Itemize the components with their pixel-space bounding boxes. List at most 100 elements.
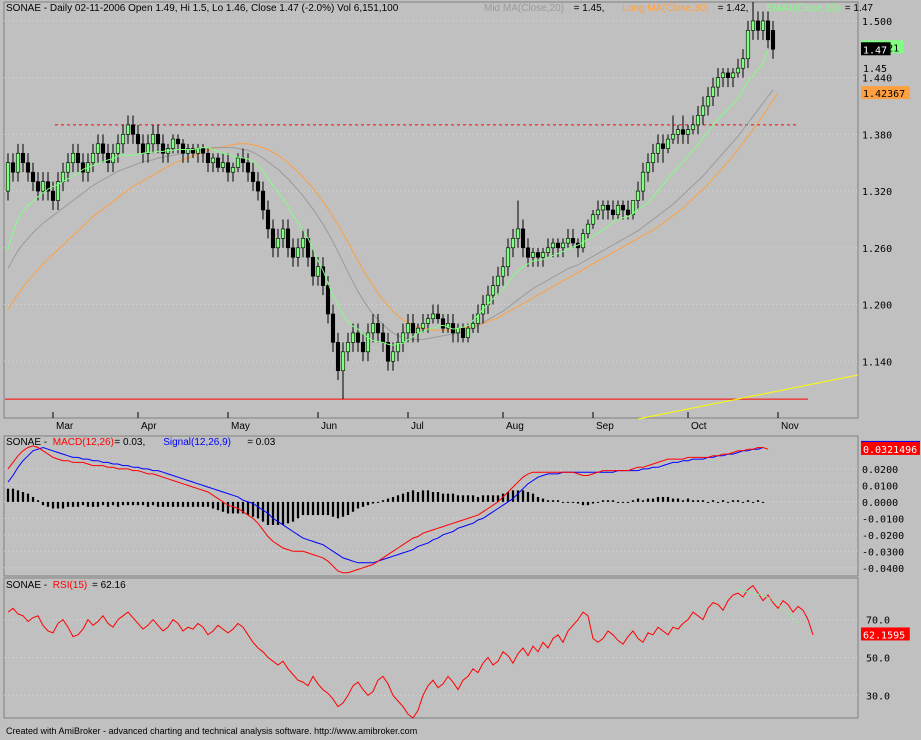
- macd-histogram-bar: [346, 501, 350, 516]
- macd-histogram-bar: [696, 500, 700, 502]
- candle-body: [580, 233, 586, 249]
- candle-body: [115, 143, 121, 154]
- macd-histogram-bar: [186, 501, 190, 507]
- candle-body: [720, 72, 726, 78]
- macd-histogram-bar: [756, 500, 760, 502]
- macd-histogram-bar: [321, 501, 325, 516]
- y-tick-label: 1.500: [862, 17, 892, 28]
- macd-histogram-bar: [256, 501, 260, 519]
- y-tick-label: 1.440: [862, 74, 892, 85]
- candle-body: [625, 209, 631, 216]
- candle-body: [425, 318, 431, 324]
- x-tick-label: Jun: [321, 421, 337, 432]
- candle-body: [770, 30, 776, 50]
- footer-credit: Created with AmiBroker - advanced charti…: [6, 726, 417, 736]
- candle-body: [435, 313, 441, 320]
- candle-body: [560, 242, 566, 249]
- macd-histogram-bar: [146, 501, 150, 507]
- legend-series-name: EMA1(Close,10): [766, 3, 839, 14]
- candle-body: [230, 167, 236, 173]
- candle-body: [295, 247, 301, 258]
- x-tick-label: Sep: [596, 421, 614, 432]
- macd-histogram-bar: [191, 501, 195, 507]
- candle-body: [535, 252, 541, 258]
- macd-histogram-bar: [21, 492, 25, 502]
- macd-histogram-bar: [281, 501, 285, 525]
- macd-histogram-bar: [646, 498, 650, 502]
- candle-body: [10, 162, 16, 173]
- macd-histogram-bar: [76, 501, 80, 507]
- candle-body: [655, 143, 661, 154]
- candle-body: [75, 152, 81, 164]
- candle-body: [430, 313, 436, 320]
- candle-body: [540, 252, 546, 258]
- candle-body: [585, 223, 591, 234]
- macd-histogram-bar: [751, 501, 755, 503]
- candle-body: [255, 181, 261, 192]
- value-label: 1.45: [863, 64, 887, 75]
- candle-body: [495, 275, 501, 286]
- macd-histogram-bar: [466, 495, 470, 502]
- candle-body: [180, 143, 186, 154]
- candle-body: [565, 238, 571, 244]
- macd-histogram-bar: [676, 498, 680, 502]
- macd-histogram-bar: [456, 495, 460, 502]
- macd-histogram-bar: [626, 501, 630, 503]
- value-label: 0.0321496: [863, 445, 917, 456]
- macd-histogram-bar: [701, 500, 705, 502]
- candle-body: [265, 209, 271, 230]
- candle-body: [545, 247, 551, 253]
- macd-histogram-bar: [226, 501, 230, 514]
- candle-body: [35, 181, 41, 192]
- candle-body: [555, 242, 561, 249]
- x-tick-label: Apr: [141, 421, 157, 432]
- candle-body: [620, 204, 626, 211]
- value-label: 1.42367: [863, 89, 905, 100]
- macd-histogram-bar: [391, 496, 395, 502]
- candle-body: [690, 124, 696, 130]
- candle-body: [750, 20, 756, 31]
- macd-histogram-bar: [661, 496, 665, 502]
- macd-histogram-bar: [511, 490, 515, 502]
- macd-histogram-bar: [161, 501, 165, 507]
- macd-histogram-bar: [271, 501, 275, 525]
- macd-histogram-bar: [641, 500, 645, 502]
- macd-histogram-bar: [481, 495, 485, 502]
- y-tick-label: 70.0: [866, 616, 890, 627]
- macd-histogram-bar: [61, 501, 65, 509]
- candle-body: [705, 96, 711, 107]
- y-tick-label: 1.200: [862, 301, 892, 312]
- macd-histogram-bar: [286, 501, 290, 524]
- y-tick-label: 1.320: [862, 187, 892, 198]
- macd-histogram-bar: [656, 496, 660, 502]
- candle-body: [215, 157, 221, 168]
- macd-histogram-bar: [231, 501, 235, 514]
- macd-histogram-bar: [671, 498, 675, 502]
- macd-histogram-bar: [51, 501, 55, 509]
- candle-body: [650, 152, 656, 164]
- candle-body: [60, 171, 66, 182]
- macd-histogram-bar: [141, 501, 145, 506]
- candle-body: [270, 228, 276, 249]
- candle-body: [375, 323, 381, 334]
- candle-body: [460, 327, 466, 338]
- candle-body: [520, 228, 526, 249]
- candle-body: [225, 162, 231, 173]
- legend-series-name: Mid MA(Close,20): [484, 3, 564, 14]
- macd-histogram-bar: [746, 500, 750, 502]
- macd-histogram-bar: [376, 501, 380, 503]
- macd-histogram-bar: [56, 501, 60, 509]
- candle-body: [20, 152, 26, 164]
- candle-body: [680, 129, 686, 135]
- candle-body: [505, 247, 511, 268]
- candle-body: [670, 134, 676, 140]
- candle-body: [715, 77, 721, 88]
- y-tick-label: -0.0400: [862, 564, 904, 575]
- candle-body: [755, 20, 761, 31]
- candle-body: [250, 171, 256, 182]
- legend-prefix: SONAE - Daily 02-11-2006 Open 1.49, Hi 1…: [6, 3, 399, 14]
- candle-body: [40, 181, 46, 192]
- macd-histogram-bar: [166, 501, 170, 507]
- macd-histogram-bar: [96, 501, 100, 507]
- x-tick-label: May: [231, 421, 250, 432]
